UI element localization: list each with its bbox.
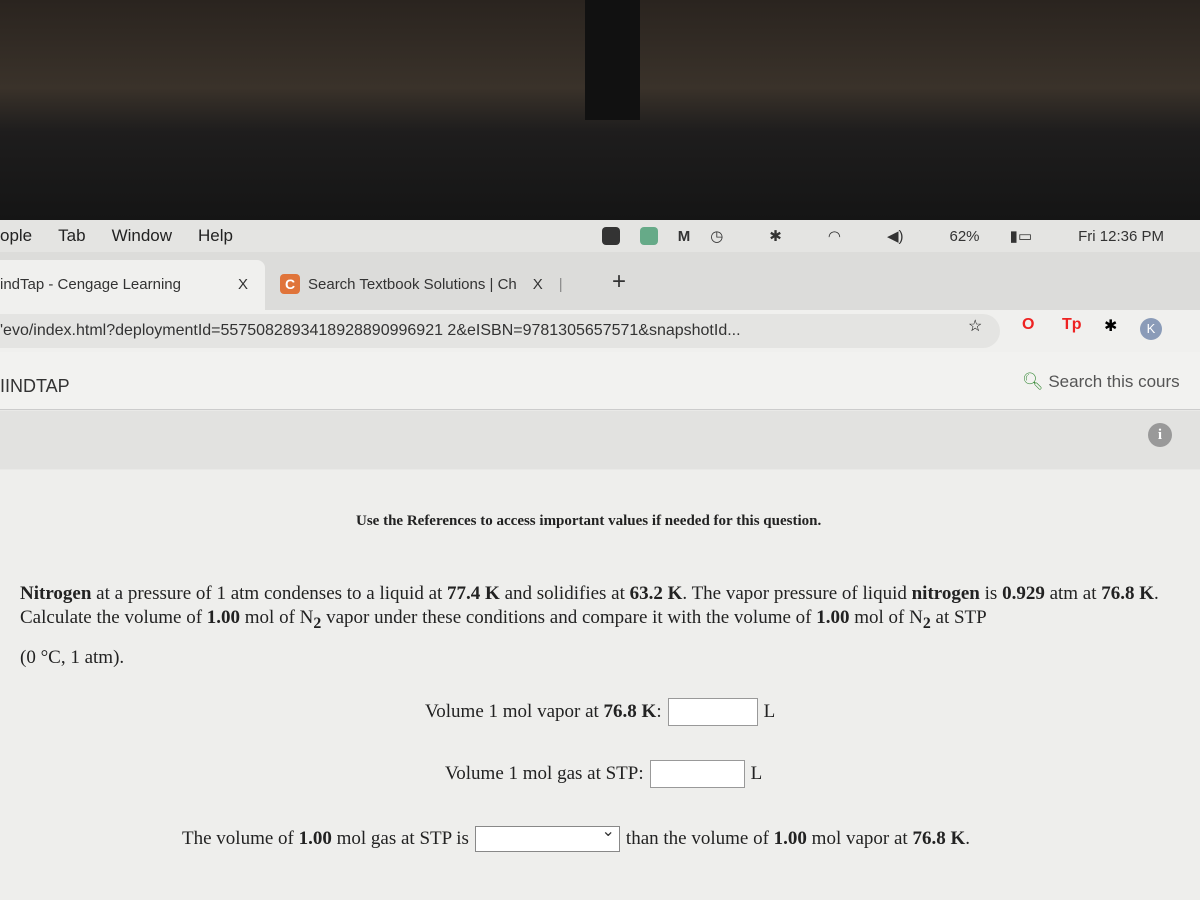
battery-percent: 62% bbox=[949, 228, 980, 245]
menu-help[interactable]: Help bbox=[198, 226, 233, 246]
app-icon[interactable] bbox=[639, 227, 658, 245]
unit-label: L bbox=[763, 701, 776, 722]
mindtap-logo[interactable]: IINDTAP bbox=[0, 376, 70, 397]
search-icon: 🔍︎ bbox=[1022, 372, 1044, 391]
toolbar-band: i bbox=[0, 411, 1200, 469]
bluetooth-icon[interactable]: ✱ bbox=[769, 227, 782, 245]
bookmark-star-icon[interactable]: ☆ bbox=[968, 316, 982, 336]
course-search[interactable]: 🔍︎ Search this cours bbox=[1022, 372, 1180, 392]
tab-label: indTap - Cengage Learning bbox=[0, 276, 181, 293]
new-tab-button[interactable]: + bbox=[612, 268, 626, 296]
profile-avatar[interactable]: K bbox=[1140, 318, 1162, 340]
menubar: ople Tab Window Help M ◷ ✱ ◠ ◀) 62% ▮▭ F… bbox=[0, 220, 1200, 252]
monitor-stand bbox=[585, 0, 640, 120]
comparison-dropdown[interactable] bbox=[474, 821, 620, 852]
tab-label: Search Textbook Solutions | Ch bbox=[308, 275, 517, 293]
tab-textbook-solutions[interactable]: C Search Textbook Solutions | Ch X | bbox=[280, 274, 563, 294]
extensions-puzzle-icon[interactable]: ✱ bbox=[1104, 316, 1117, 336]
battery-status[interactable]: 62% ▮▭ bbox=[949, 227, 1032, 245]
time-machine-icon[interactable]: ◷ bbox=[710, 227, 723, 245]
comparison-label-end: than the volume of 1.00 mol vapor at 76.… bbox=[625, 828, 970, 849]
question-panel: Use the References to access important v… bbox=[0, 470, 1200, 900]
wifi-icon[interactable]: ◠ bbox=[828, 227, 841, 245]
zoom-icon[interactable] bbox=[601, 227, 620, 245]
chegg-logo: C bbox=[280, 274, 300, 294]
url-field[interactable]: 'evo/index.html?deploymentId=55750828934… bbox=[0, 314, 1000, 348]
question-text: Nitrogen at a pressure of 1 atm condense… bbox=[20, 583, 1159, 668]
extension-tp[interactable]: Tp bbox=[1062, 316, 1082, 334]
close-icon[interactable]: X bbox=[533, 276, 543, 293]
unit-label: L bbox=[750, 763, 763, 784]
search-placeholder: Search this cours bbox=[1048, 372, 1180, 391]
opera-icon[interactable]: O bbox=[1022, 316, 1034, 334]
menu-people[interactable]: ople bbox=[0, 226, 32, 246]
stp-volume-row: Volume 1 mol gas at STP: L bbox=[445, 760, 762, 788]
stp-volume-input[interactable] bbox=[649, 760, 745, 788]
malwarebytes-icon[interactable]: M bbox=[678, 228, 691, 245]
vapor-volume-row: Volume 1 mol vapor at 76.8 K: L bbox=[425, 698, 775, 726]
photo-bezel bbox=[0, 0, 1200, 220]
vapor-volume-label: Volume 1 mol vapor at 76.8 K: bbox=[425, 701, 662, 722]
address-bar-row: 'evo/index.html?deploymentId=55750828934… bbox=[0, 310, 1200, 352]
volume-icon[interactable]: ◀) bbox=[887, 227, 904, 245]
tab-mindtap[interactable]: indTap - Cengage Learning X bbox=[0, 260, 265, 310]
tab-bar: indTap - Cengage Learning X C Search Textb… bbox=[0, 252, 1200, 310]
menu-window[interactable]: Window bbox=[112, 226, 172, 246]
info-icon[interactable]: i bbox=[1148, 423, 1172, 447]
close-icon[interactable]: X bbox=[238, 276, 248, 293]
menu-tab[interactable]: Tab bbox=[58, 226, 85, 246]
stp-volume-label: Volume 1 mol gas at STP: bbox=[445, 763, 644, 784]
references-note: Use the References to access important v… bbox=[356, 513, 822, 529]
comparison-row: The volume of 1.00 mol gas at STP is tha… bbox=[182, 821, 970, 852]
clock[interactable]: Fri 12:36 PM bbox=[1078, 228, 1164, 245]
mindtap-header: IINDTAP 🔍︎ Search this cours bbox=[0, 352, 1200, 410]
vapor-volume-input[interactable] bbox=[667, 698, 758, 726]
comparison-label-start: The volume of 1.00 mol gas at STP is bbox=[182, 828, 469, 849]
